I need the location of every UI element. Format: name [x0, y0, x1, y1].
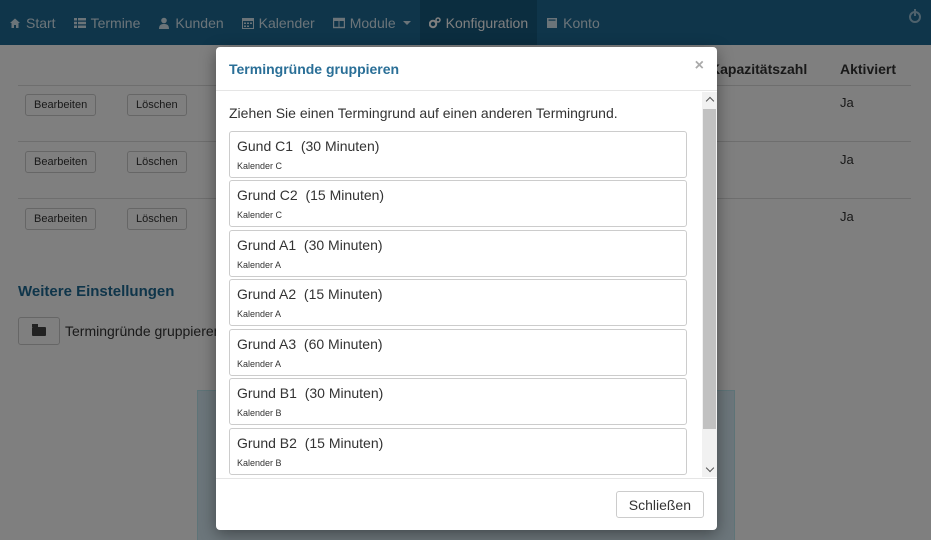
reason-name: Grund A1 (30 Minuten): [237, 237, 383, 253]
close-button[interactable]: Schließen: [615, 491, 704, 518]
reason-calendar: Kalender A: [237, 309, 282, 319]
group-reasons-modal: Termingründe gruppieren × Ziehen Sie ein…: [216, 47, 717, 530]
reason-item[interactable]: Gund C1 (30 Minuten) Kalender C: [229, 131, 687, 178]
reason-name: Gund C1 (30 Minuten): [237, 138, 380, 154]
reason-name: Grund A2 (15 Minuten): [237, 286, 383, 302]
scroll-down-icon[interactable]: [702, 462, 717, 477]
modal-intro: Ziehen Sie einen Termingrund auf einen a…: [229, 105, 618, 121]
close-icon[interactable]: ×: [695, 57, 704, 75]
reason-name: Grund A3 (60 Minuten): [237, 336, 383, 352]
reason-item[interactable]: Grund A3 (60 Minuten) Kalender A: [229, 329, 687, 376]
reason-calendar: Kalender C: [237, 210, 283, 220]
reason-calendar: Kalender B: [237, 458, 282, 468]
reason-item[interactable]: Grund A1 (30 Minuten) Kalender A: [229, 230, 687, 277]
reason-item[interactable]: Grund C2 (15 Minuten) Kalender C: [229, 180, 687, 227]
reason-calendar: Kalender C: [237, 161, 283, 171]
modal-footer: Schließen: [216, 478, 717, 530]
reason-calendar: Kalender A: [237, 260, 282, 270]
reason-item[interactable]: Grund A2 (15 Minuten) Kalender A: [229, 279, 687, 326]
modal-header: Termingründe gruppieren ×: [216, 47, 717, 91]
reason-calendar: Kalender B: [237, 408, 282, 418]
reason-name: Grund B2 (15 Minuten): [237, 435, 384, 451]
reason-item[interactable]: Grund B1 (30 Minuten) Kalender B: [229, 378, 687, 425]
reason-name: Grund C2 (15 Minuten): [237, 187, 385, 203]
modal-title: Termingründe gruppieren: [229, 61, 400, 77]
reason-calendar: Kalender A: [237, 359, 282, 369]
modal-scrollbar[interactable]: [702, 92, 717, 477]
reason-item[interactable]: Grund B2 (15 Minuten) Kalender B: [229, 428, 687, 475]
scrollbar-thumb[interactable]: [703, 109, 716, 429]
reason-name: Grund B1 (30 Minuten): [237, 385, 384, 401]
modal-body: Ziehen Sie einen Termingrund auf einen a…: [216, 92, 717, 477]
scroll-up-icon[interactable]: [702, 92, 717, 107]
